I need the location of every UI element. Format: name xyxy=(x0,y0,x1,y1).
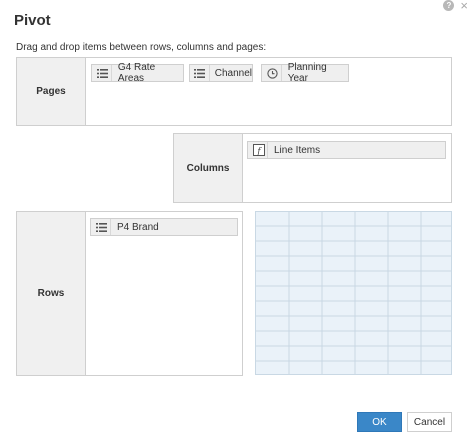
rows-zone-body[interactable]: P4 Brand xyxy=(86,212,242,375)
window-controls: ? × xyxy=(443,0,468,12)
chip-label: P4 Brand xyxy=(117,221,159,233)
clock-icon xyxy=(266,67,279,80)
close-icon[interactable]: × xyxy=(460,0,468,12)
chip-label: Channel xyxy=(214,67,252,79)
chip-separator xyxy=(281,65,282,81)
pages-zone-label: Pages xyxy=(17,58,86,125)
chip-planning-year[interactable]: Planning Year xyxy=(261,62,349,84)
cancel-button[interactable]: Cancel xyxy=(407,412,452,432)
columns-drop-zone[interactable]: Columns f Line Items xyxy=(173,133,452,203)
grid-preview-lines xyxy=(256,212,451,374)
pages-zone-body[interactable]: G4 Rate Areas Channel Planning Year xyxy=(86,58,451,125)
chip-label: G4 Rate Areas xyxy=(117,62,156,84)
list-icon xyxy=(194,67,206,80)
chip-separator xyxy=(267,142,268,158)
chip-line-items[interactable]: f Line Items xyxy=(247,141,446,159)
chip-g4-rate-areas[interactable]: G4 Rate Areas xyxy=(91,62,184,84)
chip-separator xyxy=(110,219,111,235)
columns-zone-label: Columns xyxy=(174,134,243,202)
ok-button[interactable]: OK xyxy=(357,412,402,432)
dialog-title: Pivot xyxy=(14,12,51,29)
list-icon xyxy=(96,67,109,80)
chip-label: Planning Year xyxy=(287,62,327,84)
columns-zone-body[interactable]: f Line Items xyxy=(243,134,451,202)
help-icon[interactable]: ? xyxy=(443,0,455,11)
chip-separator xyxy=(111,65,112,81)
grid-preview xyxy=(255,211,452,375)
rows-drop-zone[interactable]: Rows P4 Brand xyxy=(16,211,243,376)
rows-zone-label: Rows xyxy=(17,212,86,375)
pages-drop-zone[interactable]: Pages G4 Rate Areas Channel Planning Yea… xyxy=(16,57,452,126)
chip-p4-brand[interactable]: P4 Brand xyxy=(90,218,238,236)
chip-label: Line Items xyxy=(274,144,321,156)
instructions-text: Drag and drop items between rows, column… xyxy=(16,42,267,53)
chip-separator xyxy=(209,65,210,81)
formula-icon: f xyxy=(252,144,265,157)
list-icon xyxy=(95,221,108,234)
chip-channel[interactable]: Channel xyxy=(189,64,253,82)
